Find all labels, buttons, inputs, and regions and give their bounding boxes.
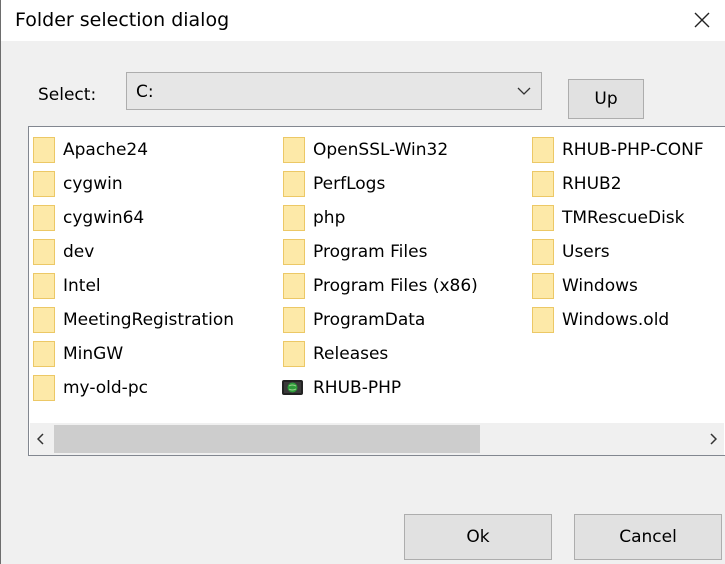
folder-icon — [532, 171, 554, 197]
folder-item[interactable]: RHUB2 — [532, 167, 704, 201]
folder-icon — [283, 273, 305, 299]
folder-icon — [532, 205, 554, 231]
folder-item[interactable]: MeetingRegistration — [33, 303, 234, 337]
folder-icon — [532, 239, 554, 265]
folder-item[interactable]: Users — [532, 235, 704, 269]
folder-name: php — [313, 208, 346, 228]
folder-name: Program Files — [313, 242, 428, 262]
folder-selection-dialog: Folder selection dialog Select: C: Up Ap… — [0, 0, 725, 564]
folder-item[interactable]: Intel — [33, 269, 234, 303]
folder-item[interactable]: Program Files — [283, 235, 478, 269]
up-button[interactable]: Up — [568, 79, 644, 119]
folder-column: Apache24 cygwin cygwin64 dev Intel MeetingReg… — [33, 133, 234, 405]
folder-item[interactable]: Apache24 — [33, 133, 234, 167]
folder-icon — [283, 341, 305, 367]
folder-name: Apache24 — [63, 140, 149, 160]
folder-item[interactable]: Windows.old — [532, 303, 704, 337]
folder-name: RHUB2 — [562, 174, 622, 194]
folder-item[interactable]: TMRescueDisk — [532, 201, 704, 235]
folder-name: ProgramData — [313, 310, 426, 330]
folder-item[interactable]: dev — [33, 235, 234, 269]
folder-icon — [283, 171, 305, 197]
folder-icon — [532, 307, 554, 333]
folder-name: Program Files (x86) — [313, 276, 478, 296]
folder-icon — [33, 375, 55, 401]
folder-name: RHUB-PHP-CONF — [562, 140, 704, 160]
folder-column: RHUB-PHP-CONF RHUB2 TMRescueDisk Users Windo… — [532, 133, 704, 337]
close-button[interactable] — [685, 5, 719, 35]
folder-name: my-old-pc — [63, 378, 148, 398]
chevron-right-icon — [710, 433, 717, 445]
scroll-left-button[interactable] — [30, 423, 52, 455]
window-title: Folder selection dialog — [15, 9, 230, 31]
scroll-right-button[interactable] — [702, 423, 724, 455]
close-icon — [694, 12, 710, 28]
folder-icon — [33, 171, 55, 197]
folder-item[interactable]: RHUB-PHP — [282, 371, 478, 405]
horizontal-scrollbar[interactable] — [30, 423, 724, 455]
folder-item[interactable]: php — [283, 201, 478, 235]
folder-name: cygwin — [63, 174, 123, 194]
drive-select[interactable]: C: — [126, 72, 542, 110]
folder-icon — [33, 137, 55, 163]
folder-icon — [283, 307, 305, 333]
folder-item[interactable]: PerfLogs — [283, 167, 478, 201]
folder-name: OpenSSL-Win32 — [313, 140, 449, 160]
folder-item[interactable]: MinGW — [33, 337, 234, 371]
chevron-down-icon — [517, 87, 531, 95]
folder-name: RHUB-PHP — [313, 378, 402, 398]
folder-name: Windows.old — [562, 310, 670, 330]
folder-icon — [283, 205, 305, 231]
folder-name: Users — [562, 242, 610, 262]
folder-item[interactable]: cygwin64 — [33, 201, 234, 235]
title-bar: Folder selection dialog — [1, 0, 725, 41]
drive-select-value: C: — [136, 82, 154, 102]
folder-name: cygwin64 — [63, 208, 145, 228]
folder-name: MinGW — [63, 344, 124, 364]
chevron-left-icon — [37, 433, 44, 445]
folder-item[interactable]: RHUB-PHP-CONF — [532, 133, 704, 167]
folder-item[interactable]: Windows — [532, 269, 704, 303]
folder-name: Windows — [562, 276, 638, 296]
folder-item[interactable]: cygwin — [33, 167, 234, 201]
folder-name: PerfLogs — [313, 174, 386, 194]
scrollbar-thumb[interactable] — [54, 425, 480, 453]
folder-name: Intel — [63, 276, 101, 296]
folder-item[interactable]: OpenSSL-Win32 — [283, 133, 478, 167]
folder-name: TMRescueDisk — [562, 208, 685, 228]
folder-icon — [33, 239, 55, 265]
folder-icon — [283, 239, 305, 265]
folder-icon — [33, 273, 55, 299]
select-label: Select: — [38, 85, 97, 105]
folder-icon — [33, 205, 55, 231]
folder-icon — [33, 307, 55, 333]
folder-icon — [33, 341, 55, 367]
folder-icon — [532, 273, 554, 299]
folder-item[interactable]: Releases — [283, 337, 478, 371]
folder-column: OpenSSL-Win32 PerfLogs php Program Files Pro… — [282, 133, 478, 405]
ok-button[interactable]: Ok — [404, 514, 552, 560]
folder-name: Releases — [313, 344, 389, 364]
cancel-button[interactable]: Cancel — [574, 514, 722, 560]
folder-item[interactable]: ProgramData — [283, 303, 478, 337]
folder-icon — [532, 137, 554, 163]
folder-item[interactable]: my-old-pc — [33, 371, 234, 405]
folder-icon — [283, 137, 305, 163]
folder-name: dev — [63, 242, 95, 262]
folder-item[interactable]: Program Files (x86) — [283, 269, 478, 303]
network-drive-icon — [282, 375, 305, 401]
folder-name: MeetingRegistration — [63, 310, 235, 330]
folder-list[interactable]: Apache24 cygwin cygwin64 dev Intel MeetingReg… — [28, 126, 725, 456]
